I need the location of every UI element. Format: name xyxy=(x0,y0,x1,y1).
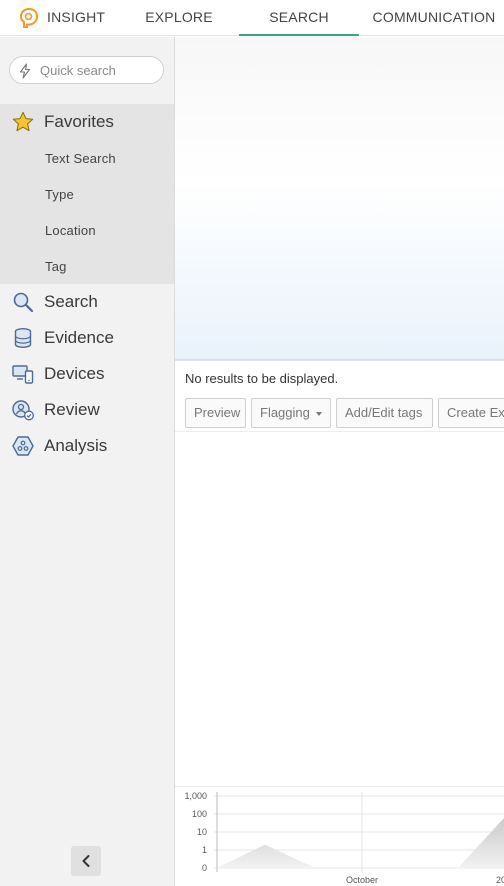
y-tick-label: 10 xyxy=(197,827,207,837)
sidebar-item-favorites[interactable]: Favorites xyxy=(0,104,174,140)
favorite-item-location[interactable]: Location xyxy=(0,212,174,248)
chevron-left-icon xyxy=(82,855,90,867)
favorite-item-label: Text Search xyxy=(45,151,116,166)
x-tick-label: 20 xyxy=(496,875,504,885)
search-header-panel xyxy=(175,37,504,360)
sidebar-item-review[interactable]: Review xyxy=(0,392,174,428)
favorite-item-text-search[interactable]: Text Search xyxy=(0,140,174,176)
favorites-section: Favorites Text Search Type Location Tag xyxy=(0,104,174,284)
tab-insight[interactable]: INSIGHT xyxy=(0,0,120,36)
sidebar-item-search[interactable]: Search xyxy=(0,284,174,320)
sidebar-item-label: Review xyxy=(44,400,100,419)
lightning-icon xyxy=(19,63,31,79)
empty-results-message: No results to be displayed. xyxy=(185,371,339,386)
y-tick-label: 100 xyxy=(192,809,207,819)
caret-down-icon xyxy=(315,411,322,416)
y-tick-label: 0 xyxy=(202,863,207,873)
y-tick-label: 1 xyxy=(202,845,207,855)
quick-search-input[interactable] xyxy=(40,61,158,79)
star-icon xyxy=(12,111,34,132)
favorite-item-label: Location xyxy=(45,223,96,238)
flagging-dropdown[interactable]: Flagging xyxy=(251,398,331,428)
sidebar-item-label: Favorites xyxy=(44,112,114,131)
sidebar-item-label: Devices xyxy=(44,364,105,383)
insight-logo-icon xyxy=(19,7,39,28)
divider xyxy=(175,360,504,361)
favorite-item-tag[interactable]: Tag xyxy=(0,248,174,284)
favorite-item-label: Type xyxy=(45,187,74,202)
timeline-chart-svg: 1,0001001010October 20 xyxy=(184,791,504,885)
analysis-icon xyxy=(12,436,34,456)
sidebar-item-label: Evidence xyxy=(44,328,114,347)
favorite-item-label: Tag xyxy=(45,259,67,274)
tab-communication[interactable]: COMMUNICATION xyxy=(359,0,504,36)
quick-search-box[interactable] xyxy=(9,56,164,84)
y-tick-label: 1,000 xyxy=(184,791,207,801)
sidebar-item-devices[interactable]: Devices xyxy=(0,356,174,392)
favorite-item-type[interactable]: Type xyxy=(0,176,174,212)
magnifier-icon xyxy=(13,292,34,313)
review-icon xyxy=(12,400,34,421)
sidebar-item-label: Analysis xyxy=(44,436,108,455)
divider xyxy=(175,431,504,432)
flagging-label: Flagging xyxy=(260,405,310,420)
devices-icon xyxy=(12,365,34,384)
sidebar-item-label: Search xyxy=(44,292,98,311)
tab-search[interactable]: SEARCH xyxy=(239,0,359,36)
sidebar-item-analysis[interactable]: Analysis xyxy=(0,428,174,464)
collapse-sidebar-button[interactable] xyxy=(71,846,101,876)
timeline-chart: 1,000 100 10 1 0 October 20 xyxy=(175,786,504,886)
preview-button[interactable]: Preview xyxy=(185,398,246,428)
sidebar-item-evidence[interactable]: Evidence xyxy=(0,320,174,356)
create-export-button[interactable]: Create Exp xyxy=(438,398,504,428)
x-tick-label: October xyxy=(346,875,378,885)
sidebar: Favorites Text Search Type Location Tag … xyxy=(0,37,175,886)
top-navigation: INSIGHT EXPLORE SEARCH COMMUNICATION xyxy=(0,0,504,36)
tab-explore[interactable]: EXPLORE xyxy=(120,0,238,36)
add-edit-tags-button[interactable]: Add/Edit tags xyxy=(336,398,433,428)
database-icon xyxy=(14,328,32,349)
tab-insight-label: INSIGHT xyxy=(47,9,106,25)
